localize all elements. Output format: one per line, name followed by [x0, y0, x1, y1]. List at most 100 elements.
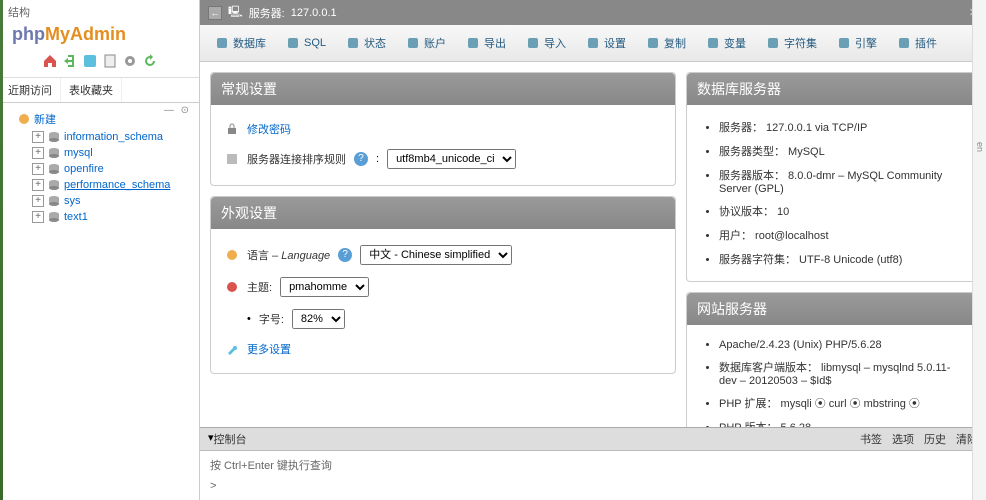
plugin-icon — [897, 36, 911, 50]
info-row: 数据库客户端版本： libmysql – mysqlnd 5.0.11-dev … — [719, 355, 961, 391]
database-icon — [48, 179, 60, 191]
import-icon — [526, 36, 540, 50]
fontsize-label: 字号: — [259, 311, 284, 327]
database-icon — [48, 163, 60, 175]
toolbar-users[interactable]: 账户 — [397, 29, 455, 57]
vars-icon — [706, 36, 720, 50]
panel-title: 外观设置 — [211, 197, 675, 229]
info-row: Apache/2.4.23 (Unix) PHP/5.6.28 — [719, 335, 961, 355]
expand-icon[interactable]: + — [32, 163, 44, 175]
more-settings-link[interactable]: 更多设置 — [247, 341, 291, 357]
info-row: 服务器： 127.0.0.1 via TCP/IP — [719, 115, 961, 139]
users-icon — [406, 36, 420, 50]
toolbar-status[interactable]: 状态 — [337, 29, 395, 57]
sidebar-title: 结构 — [8, 7, 30, 19]
server-bar: ← 🖳 服务器: 127.0.0.1 ✕ — [200, 0, 986, 25]
settings-icon[interactable] — [122, 53, 138, 69]
status-icon — [346, 36, 360, 50]
info-row: PHP 扩展： mysqli ⦿ curl ⦿ mbstring ⦿ — [719, 391, 961, 415]
sql-icon — [286, 36, 300, 50]
db-item[interactable]: +performance_schema — [4, 177, 195, 193]
info-row: 服务器字符集： UTF-8 Unicode (utf8) — [719, 247, 961, 271]
language-icon — [225, 248, 239, 262]
database-icon — [48, 147, 60, 159]
toolbar-charset[interactable]: 字符集 — [757, 29, 826, 57]
toolbar-db[interactable]: 数据库 — [206, 29, 275, 57]
sidebar-tabs: 近期访问 表收藏夹 — [0, 78, 199, 103]
tab-favorites[interactable]: 表收藏夹 — [61, 78, 122, 102]
expand-icon[interactable]: + — [32, 179, 44, 191]
info-row: 服务器版本： 8.0.0-dmr – MySQL Community Serve… — [719, 163, 961, 199]
server-icon: 🖳 — [228, 3, 243, 22]
server-label: 服务器: — [249, 5, 285, 21]
console-prompt: > — [210, 481, 217, 493]
expand-icon[interactable]: + — [32, 195, 44, 207]
expand-icon[interactable]: + — [32, 211, 44, 223]
toolbar-import[interactable]: 导入 — [517, 29, 575, 57]
toolbar-replication[interactable]: 复制 — [637, 29, 695, 57]
right-edge-tab: en — [973, 140, 986, 154]
expand-icon[interactable]: + — [32, 131, 44, 143]
tree-controls[interactable]: — ⊙ — [164, 105, 191, 116]
console-link[interactable]: 历史 — [924, 431, 946, 447]
logo[interactable]: phpMyAdmin — [12, 24, 126, 45]
toolbar-settings[interactable]: 设置 — [577, 29, 635, 57]
console-link[interactable]: 书签 — [860, 431, 882, 447]
theme-select[interactable]: pmahomme — [280, 277, 369, 297]
query-icon[interactable] — [82, 53, 98, 69]
wrench-icon — [225, 342, 239, 356]
panel-title: 网站服务器 — [687, 293, 975, 325]
database-icon — [48, 211, 60, 223]
export-icon — [466, 36, 480, 50]
console-link[interactable]: 选项 — [892, 431, 914, 447]
toolbar-export[interactable]: 导出 — [457, 29, 515, 57]
quick-icons — [8, 49, 191, 73]
top-toolbar: 数据库SQL状态账户导出导入设置复制变量字符集引擎插件 — [200, 25, 986, 62]
reload-icon[interactable] — [142, 53, 158, 69]
panel-title: 数据库服务器 — [687, 73, 975, 105]
fontsize-select[interactable]: 82% — [292, 309, 345, 329]
docs-icon[interactable] — [102, 53, 118, 69]
toolbar-plugin[interactable]: 插件 — [888, 29, 946, 57]
db-item[interactable]: +text1 — [4, 209, 195, 225]
collapse-sidebar-button[interactable]: ← — [208, 6, 222, 20]
collation-icon — [225, 152, 239, 166]
db-icon — [215, 36, 229, 50]
console: ▾ 控制台 书签选项历史清除 按 Ctrl+Enter 键执行查询 > — [200, 427, 986, 500]
change-password-link[interactable]: 修改密码 — [247, 121, 291, 137]
replication-icon — [646, 36, 660, 50]
db-item[interactable]: +information_schema — [4, 129, 195, 145]
new-icon — [18, 113, 30, 125]
info-row: 服务器类型： MySQL — [719, 139, 961, 163]
main: ← 🖳 服务器: 127.0.0.1 ✕ 数据库SQL状态账户导出导入设置复制变… — [200, 0, 986, 500]
db-item[interactable]: +mysql — [4, 145, 195, 161]
console-title: 控制台 — [214, 431, 247, 447]
general-settings-panel: 常规设置 修改密码 服务器连接排序规则 ?: utf8mb4_unicode_c… — [210, 72, 676, 186]
toolbar-vars[interactable]: 变量 — [697, 29, 755, 57]
language-select[interactable]: 中文 - Chinese simplified — [360, 245, 512, 265]
server-host: 127.0.0.1 — [291, 7, 337, 19]
collation-label: 服务器连接排序规则 — [247, 151, 346, 167]
info-row: 用户： root@localhost — [719, 223, 961, 247]
help-icon[interactable]: ? — [354, 152, 368, 166]
toolbar-sql[interactable]: SQL — [277, 29, 335, 57]
sidebar: 结构 phpMyAdmin 近期访问 表收藏夹 — ⊙ 新建 +inf — [0, 0, 200, 500]
engine-icon — [837, 36, 851, 50]
theme-label: 主题: — [247, 279, 272, 295]
db-item[interactable]: +openfire — [4, 161, 195, 177]
theme-icon — [225, 280, 239, 294]
collation-select[interactable]: utf8mb4_unicode_ci — [387, 149, 516, 169]
expand-icon[interactable]: + — [32, 147, 44, 159]
help-icon[interactable]: ? — [338, 248, 352, 262]
tab-recent[interactable]: 近期访问 — [0, 78, 61, 102]
logout-icon[interactable] — [62, 53, 78, 69]
info-row: 协议版本： 10 — [719, 199, 961, 223]
db-server-panel: 数据库服务器 服务器： 127.0.0.1 via TCP/IP服务器类型： M… — [686, 72, 976, 282]
appearance-panel: 外观设置 语言 – Language ? 中文 - Chinese simpli… — [210, 196, 676, 374]
database-icon — [48, 131, 60, 143]
home-icon[interactable] — [42, 53, 58, 69]
db-item[interactable]: +sys — [4, 193, 195, 209]
console-input[interactable] — [223, 479, 976, 494]
password-icon — [225, 122, 239, 136]
toolbar-engine[interactable]: 引擎 — [828, 29, 886, 57]
